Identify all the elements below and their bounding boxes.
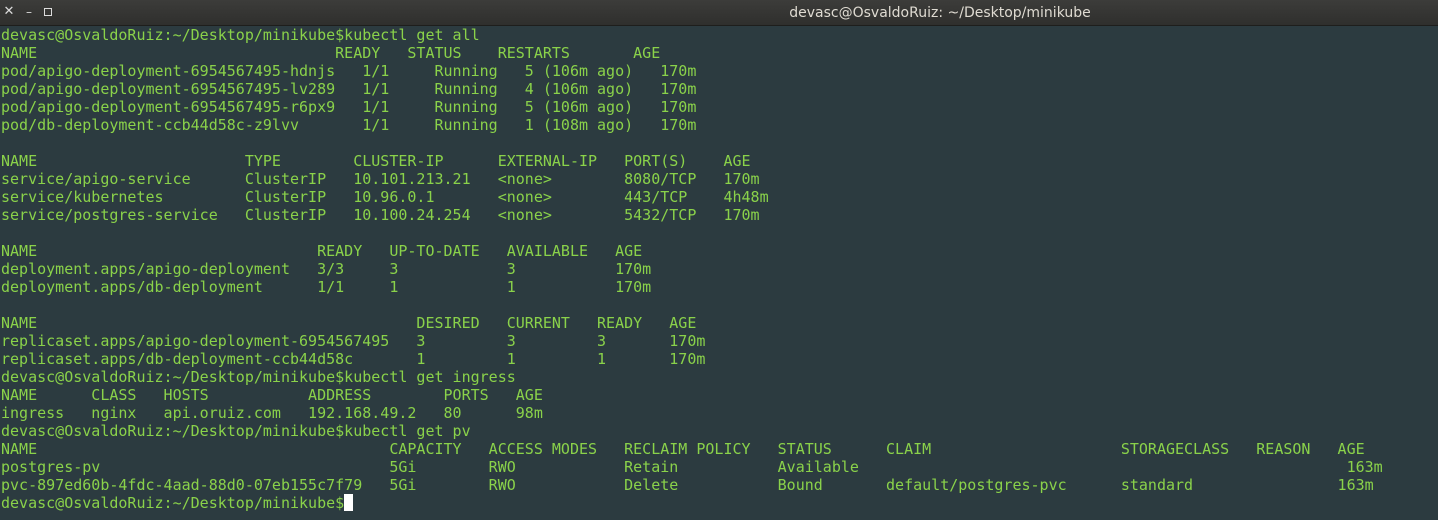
terminal-line: ingress nginx api.oruiz.com 192.168.49.2… <box>1 404 543 422</box>
terminal-line: devasc@OsvaldoRuiz:~/Desktop/minikube$ku… <box>1 26 480 44</box>
minimize-icon[interactable]: – <box>22 5 36 19</box>
terminal-line: pod/apigo-deployment-6954567495-hdnjs 1/… <box>1 62 697 80</box>
terminal-line: NAME READY UP-TO-DATE AVAILABLE AGE <box>1 242 643 260</box>
terminal-line: pvc-897ed60b-4fdc-4aad-88d0-07eb155c7f79… <box>1 476 1374 494</box>
prompt-line[interactable]: devasc@OsvaldoRuiz:~/Desktop/minikube$ <box>1 494 1437 512</box>
terminal-line: pod/apigo-deployment-6954567495-r6px9 1/… <box>1 98 697 116</box>
terminal-line: devasc@OsvaldoRuiz:~/Desktop/minikube$ku… <box>1 422 471 440</box>
title-bar: ✕ – devasc@OsvaldoRuiz: ~/Desktop/miniku… <box>0 0 1438 26</box>
terminal-line: pod/db-deployment-ccb44d58c-z9lvv 1/1 Ru… <box>1 116 697 134</box>
terminal-line: service/apigo-service ClusterIP 10.101.2… <box>1 170 760 188</box>
terminal-line: pod/apigo-deployment-6954567495-lv289 1/… <box>1 80 697 98</box>
terminal-line: postgres-pv 5Gi RWO Retain Available 163… <box>1 458 1383 476</box>
terminal-line: service/postgres-service ClusterIP 10.10… <box>1 206 760 224</box>
terminal-line: NAME TYPE CLUSTER-IP EXTERNAL-IP PORT(S)… <box>1 152 751 170</box>
text-cursor <box>344 494 354 511</box>
maximize-icon[interactable] <box>41 5 55 19</box>
close-icon[interactable]: ✕ <box>2 5 16 19</box>
terminal-line: deployment.apps/db-deployment 1/1 1 1 17… <box>1 278 652 296</box>
terminal-line: NAME DESIRED CURRENT READY AGE <box>1 314 697 332</box>
window-title: devasc@OsvaldoRuiz: ~/Desktop/minikube <box>789 5 1091 21</box>
terminal-line: NAME CAPACITY ACCESS MODES RECLAIM POLIC… <box>1 440 1365 458</box>
terminal-line: devasc@OsvaldoRuiz:~/Desktop/minikube$ku… <box>1 368 516 386</box>
terminal-line: replicaset.apps/apigo-deployment-6954567… <box>1 332 706 350</box>
terminal-output[interactable]: devasc@OsvaldoRuiz:~/Desktop/minikube$ku… <box>1 26 1437 520</box>
terminal-window: ✕ – devasc@OsvaldoRuiz: ~/Desktop/miniku… <box>0 0 1438 520</box>
terminal-line: service/kubernetes ClusterIP 10.96.0.1 <… <box>1 188 769 206</box>
terminal-line: deployment.apps/apigo-deployment 3/3 3 3… <box>1 260 652 278</box>
terminal-line: NAME READY STATUS RESTARTS AGE <box>1 44 661 62</box>
shell-prompt: devasc@OsvaldoRuiz:~/Desktop/minikube$ <box>1 494 345 512</box>
terminal-line: replicaset.apps/db-deployment-ccb44d58c … <box>1 350 706 368</box>
terminal-line: NAME CLASS HOSTS ADDRESS PORTS AGE <box>1 386 543 404</box>
